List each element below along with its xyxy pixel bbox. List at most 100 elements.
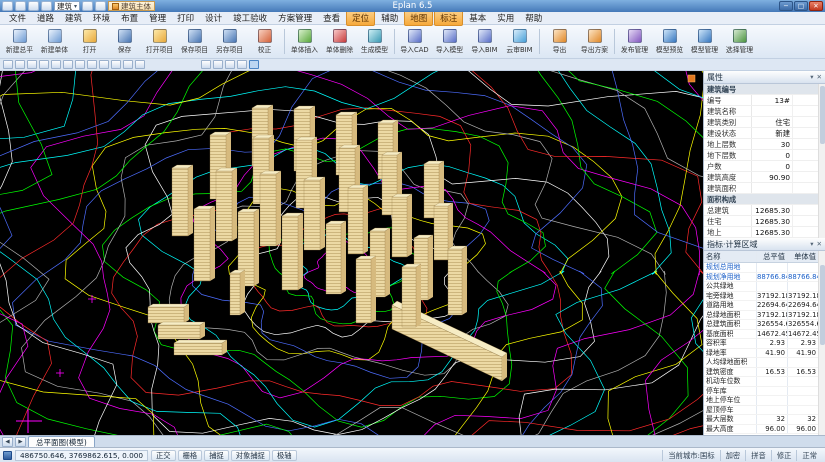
tab-site-plan[interactable]: 总平面图(模型) [28,436,95,447]
table-row[interactable]: 道路用地22694.6422694.64 [704,301,818,311]
table-row[interactable]: 地上停车位 [704,396,818,406]
building[interactable] [304,177,325,250]
minimize-button[interactable]: ─ [779,1,793,11]
property-value[interactable]: 90.90 [752,172,792,182]
building[interactable] [172,165,193,236]
command-icon[interactable] [3,451,12,460]
scrollbar-thumb[interactable] [820,86,825,144]
status-right-item-0[interactable]: 当前城市:国标 [662,450,719,461]
property-row[interactable]: 编号13# [704,95,818,106]
property-row[interactable]: 建筑类别住宅 [704,117,818,128]
view-3d-icon[interactable] [213,60,223,69]
menu-item-1[interactable]: 道路 [32,11,59,25]
status-right-item-1[interactable]: 加密 [720,450,746,461]
ribbon-button-4[interactable]: 打开项目 [142,26,177,57]
property-row[interactable]: 住宅12685.30 [704,216,818,227]
building[interactable] [216,168,237,241]
ribbon-button-19[interactable]: 导出方案 [577,26,612,57]
indicators-scrollbar[interactable] [818,251,825,435]
building[interactable] [174,340,227,355]
property-value[interactable]: 12685.30 [752,216,792,226]
status-right-item-3[interactable]: 修正 [771,450,797,461]
table-row[interactable]: 容积率2.932.93 [704,339,818,349]
property-row[interactable]: 建设状态新建 [704,128,818,139]
ribbon-button-1[interactable]: 新建单体 [37,26,72,57]
property-value[interactable]: 0 [752,150,792,160]
table-row[interactable]: 最大高度96.0096.00 [704,425,818,435]
status-right-item-2[interactable]: 拼音 [745,450,771,461]
menu-item-6[interactable]: 打印 [172,11,199,25]
ribbon-button-15[interactable]: 导入BIM [467,26,502,57]
ribbon-button-6[interactable]: 另存项目 [212,26,247,57]
building[interactable] [158,322,205,339]
building[interactable] [348,185,368,254]
property-row[interactable]: 地下层数0 [704,150,818,161]
table-row[interactable]: 人均绿地面积 [704,358,818,368]
layer-combo[interactable]: 建筑 ▾ [54,1,80,11]
menu-item-7[interactable]: 设计 [200,11,227,25]
ribbon-button-16[interactable]: 云审BIM [502,26,537,57]
table-row[interactable]: 最大层数3232 [704,415,818,425]
lineweight-icon[interactable] [75,60,85,69]
menu-item-12[interactable]: 辅助 [376,11,403,25]
camera-icon[interactable] [225,60,235,69]
status-toggle-1[interactable]: 栅格 [178,450,203,461]
ribbon-button-22[interactable]: 模型预览 [652,26,687,57]
measure-icon[interactable] [99,60,109,69]
menu-item-4[interactable]: 布置 [116,11,143,25]
table-row[interactable]: 宅旁绿地37192.1837192.18 [704,292,818,302]
layer-on-icon[interactable] [15,60,25,69]
ribbon-button-10[interactable]: 单体删除 [322,26,357,57]
property-value[interactable]: 12685.30 [752,205,792,215]
viewcube[interactable] [688,75,695,82]
status-right-item-4[interactable]: 正常 [796,450,822,461]
close-button[interactable]: ✕ [809,1,823,11]
table-row[interactable]: 基底面积14672.4514672.45 [704,330,818,340]
layers-icon[interactable] [3,60,13,69]
property-row[interactable]: 建筑名称 [704,106,818,117]
table-row[interactable]: 绿地率41.9041.90 [704,349,818,359]
color-icon[interactable] [51,60,61,69]
ribbon-button-13[interactable]: 导入CAD [397,26,432,57]
new-file-icon[interactable] [2,1,13,11]
building[interactable] [448,246,467,315]
menu-item-9[interactable]: 方案管理 [273,11,317,25]
tab-next-icon[interactable]: ▶ [15,437,26,447]
table-row[interactable]: 建筑密度16.5316.53 [704,368,818,378]
redo-icon[interactable] [95,1,106,11]
menu-item-0[interactable]: 文件 [4,11,31,25]
menu-item-17[interactable]: 帮助 [520,11,547,25]
table-row[interactable]: 机动车位数 [704,377,818,387]
ribbon-button-2[interactable]: 打开 [72,26,107,57]
maximize-button[interactable]: □ [794,1,808,11]
table-row[interactable]: 规划净用地88766.8488766.84 [704,273,818,283]
menu-item-8[interactable]: 竣工验收 [228,11,272,25]
column-header[interactable]: 名称 [704,251,756,262]
save-file-icon[interactable] [28,1,39,11]
panel-close-icon[interactable]: ✕ [817,73,822,81]
table-row[interactable]: 屋顶停车 [704,406,818,416]
building[interactable] [356,256,376,323]
property-value[interactable]: 30 [752,139,792,149]
print-icon[interactable] [41,1,52,11]
ribbon-button-9[interactable]: 单体插入 [287,26,322,57]
ribbon-button-21[interactable]: 发布管理 [617,26,652,57]
ribbon-button-24[interactable]: 选择管理 [722,26,757,57]
property-value[interactable]: 12685.30 [752,227,792,237]
match-properties-icon[interactable] [87,60,97,69]
panel-close-icon[interactable]: ✕ [817,240,822,248]
property-row[interactable]: 户数0 [704,161,818,172]
freeze-layer-icon[interactable] [39,60,49,69]
building[interactable] [194,206,215,281]
property-row[interactable]: 地上层数30 [704,139,818,150]
open-file-icon[interactable] [15,1,26,11]
panel-collapse-icon[interactable]: ▾ [810,73,813,81]
sun-icon[interactable] [237,60,247,69]
ribbon-button-14[interactable]: 导入模型 [432,26,467,57]
property-value[interactable]: 13# [752,95,792,105]
building[interactable] [392,194,412,257]
menu-item-5[interactable]: 管理 [144,11,171,25]
scrollbar-thumb[interactable] [820,265,825,345]
property-value[interactable]: 住宅 [752,117,792,127]
panel-collapse-icon[interactable]: ▾ [810,240,813,248]
